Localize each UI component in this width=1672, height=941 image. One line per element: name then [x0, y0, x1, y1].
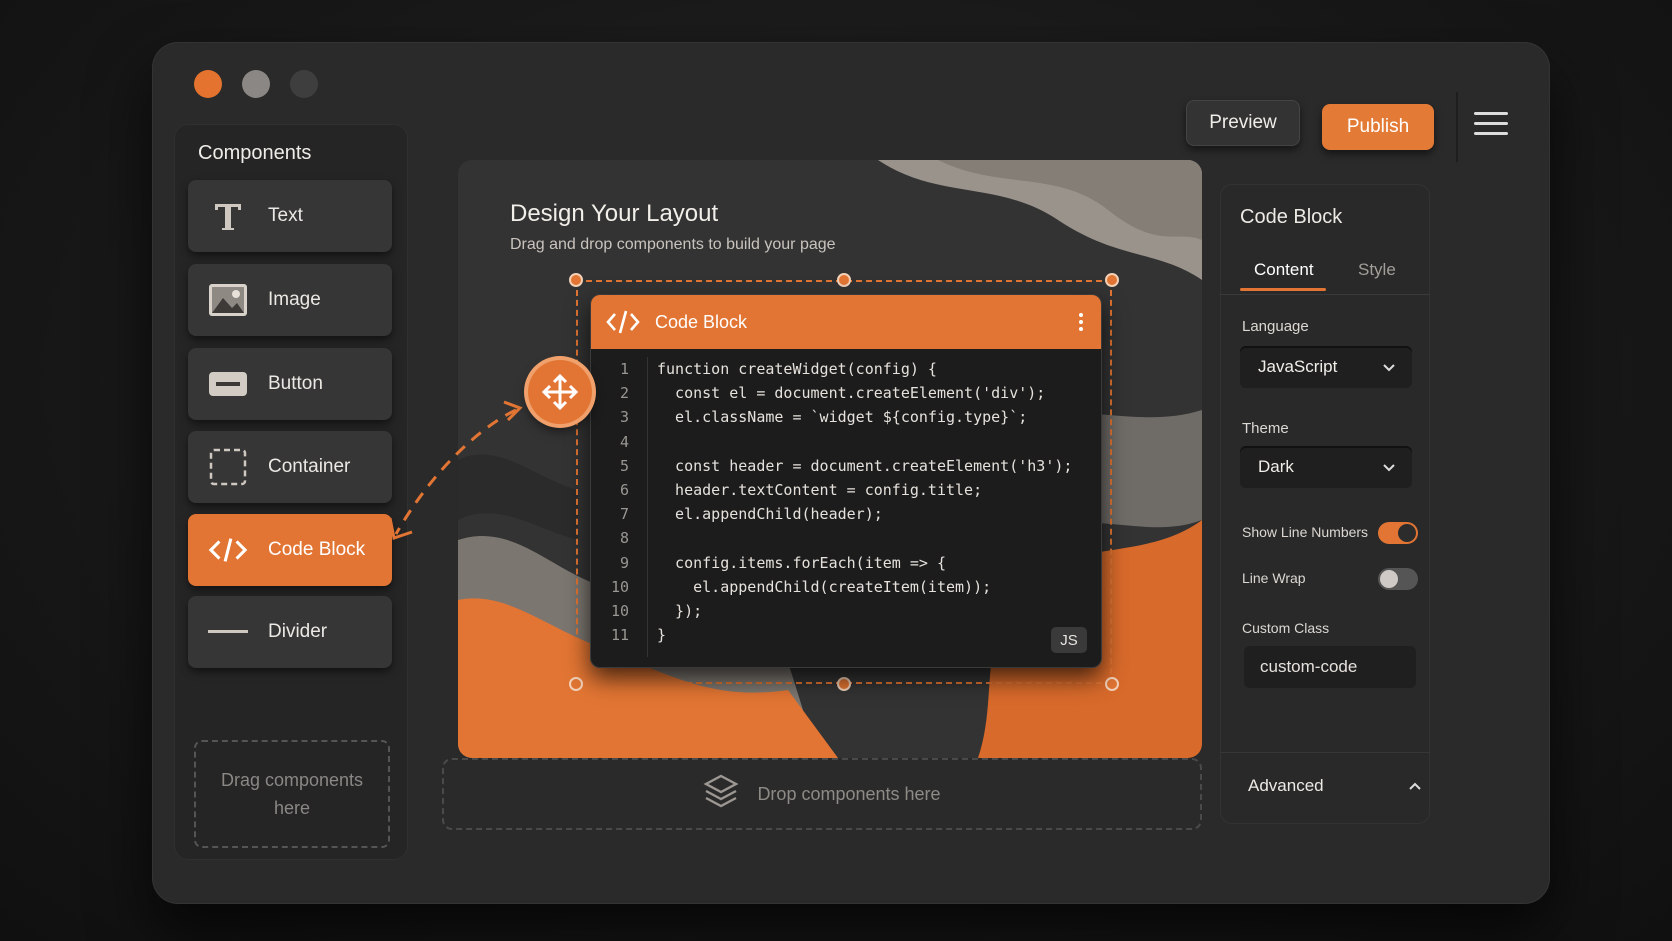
minimize-window-button[interactable] — [242, 70, 270, 98]
active-tab-indicator — [1240, 288, 1326, 291]
sidebar-title: Components — [198, 142, 312, 164]
line-number: 1 — [619, 360, 629, 379]
resize-handle[interactable] — [569, 273, 583, 287]
more-options-icon[interactable] — [1079, 313, 1083, 334]
tab-style[interactable]: Style — [1358, 260, 1396, 280]
line-number: 2 — [619, 384, 629, 403]
advanced-section-toggle[interactable]: Advanced — [1248, 776, 1324, 796]
language-value: JavaScript — [1258, 357, 1338, 376]
show-line-numbers-toggle[interactable] — [1378, 522, 1418, 544]
divider — [1220, 294, 1430, 295]
divider-icon — [208, 612, 248, 652]
text-icon — [208, 196, 248, 236]
code-block-header: Code Block — [591, 295, 1101, 349]
component-code-block[interactable]: Code Block — [188, 514, 392, 586]
canvas-subtitle: Drag and drop components to build your p… — [510, 236, 836, 253]
code-editor[interactable]: 1 function createWidget(config) { 2 const… — [591, 357, 1101, 657]
tab-content[interactable]: Content — [1254, 260, 1314, 280]
line-number: 5 — [619, 456, 629, 475]
code-block-title: Code Block — [655, 311, 748, 332]
component-label: Text — [268, 205, 303, 226]
layers-icon — [703, 773, 739, 816]
line-number: 6 — [619, 481, 629, 500]
component-button[interactable]: Button — [188, 348, 392, 420]
code-line: el.appendChild(createItem(item)); — [657, 577, 992, 596]
line-number: 11 — [610, 626, 629, 645]
code-icon — [208, 530, 248, 570]
component-label: Button — [268, 373, 323, 394]
line-number: 8 — [619, 529, 629, 548]
component-divider[interactable]: Divider — [188, 596, 392, 668]
components-sidebar: Components Text Image Button Container C… — [174, 124, 408, 860]
theme-label: Theme — [1242, 420, 1289, 437]
code-line: el.className = `widget ${config.type}`; — [657, 408, 1028, 427]
move-handle-icon[interactable] — [528, 360, 592, 424]
app-window: Preview Publish Components Text Image Bu… — [152, 42, 1550, 904]
line-number: 4 — [619, 432, 629, 451]
line-number: 3 — [619, 408, 629, 427]
component-label: Code Block — [268, 539, 366, 560]
line-number: 9 — [619, 553, 629, 572]
language-label: Language — [1242, 318, 1309, 335]
sidebar-drag-zone[interactable]: Drag components here — [194, 740, 390, 848]
code-line: } — [657, 626, 667, 645]
drop-zone-label: Drop components here — [757, 783, 941, 804]
container-icon — [208, 447, 248, 487]
theme-select[interactable]: Dark — [1240, 446, 1412, 488]
resize-handle[interactable] — [837, 273, 851, 287]
code-line: const header = document.createElement('h… — [657, 456, 1073, 475]
divider — [1220, 752, 1430, 753]
hamburger-menu-icon[interactable] — [1474, 112, 1508, 142]
component-label: Container — [268, 456, 351, 477]
code-line: header.textContent = config.title; — [657, 481, 983, 500]
component-container[interactable]: Container — [188, 431, 392, 503]
chevron-up-icon[interactable] — [1408, 780, 1422, 799]
maximize-window-button[interactable] — [290, 70, 318, 98]
resize-handle[interactable] — [1105, 273, 1119, 287]
button-icon — [208, 364, 248, 404]
divider — [1456, 92, 1458, 162]
resize-handle[interactable] — [837, 677, 851, 691]
publish-button[interactable]: Publish — [1322, 104, 1434, 150]
line-wrap-label: Line Wrap — [1242, 570, 1306, 586]
close-window-button[interactable] — [194, 70, 222, 98]
preview-button[interactable]: Preview — [1186, 100, 1300, 146]
canvas-drop-zone[interactable]: Drop components here — [442, 758, 1202, 830]
code-line: }); — [657, 601, 703, 620]
custom-class-input[interactable]: custom-code — [1244, 646, 1416, 688]
code-line: const el = document.createElement('div')… — [657, 384, 1046, 403]
code-line: el.appendChild(header); — [657, 505, 883, 524]
language-badge: JS — [1051, 627, 1087, 653]
custom-class-label: Custom Class — [1242, 620, 1330, 636]
component-label: Divider — [268, 621, 328, 642]
properties-panel: Code Block Content Style Language JavaSc… — [1220, 184, 1430, 824]
language-select[interactable]: JavaScript — [1240, 346, 1412, 388]
line-number: 7 — [619, 505, 629, 524]
theme-value: Dark — [1258, 457, 1294, 476]
line-wrap-toggle[interactable] — [1378, 568, 1418, 590]
canvas-title: Design Your Layout — [510, 200, 719, 227]
line-number: 10 — [610, 601, 629, 620]
code-icon — [605, 309, 641, 340]
drag-arrow-icon — [388, 400, 523, 540]
code-line: config.items.forEach(item => { — [657, 553, 946, 572]
component-label: Image — [268, 289, 321, 310]
show-line-numbers-label: Show Line Numbers — [1242, 524, 1369, 540]
chevron-down-icon — [1382, 359, 1396, 379]
component-text[interactable]: Text — [188, 180, 392, 252]
chevron-down-icon — [1382, 459, 1396, 479]
line-number: 10 — [610, 577, 629, 596]
image-icon — [208, 280, 248, 320]
resize-handle[interactable] — [1105, 677, 1119, 691]
resize-handle[interactable] — [569, 677, 583, 691]
code-line: function createWidget(config) { — [657, 360, 937, 379]
code-block-component[interactable]: Code Block 1 function createWidget(config… — [590, 294, 1102, 668]
component-image[interactable]: Image — [188, 264, 392, 336]
panel-title: Code Block — [1240, 206, 1343, 228]
